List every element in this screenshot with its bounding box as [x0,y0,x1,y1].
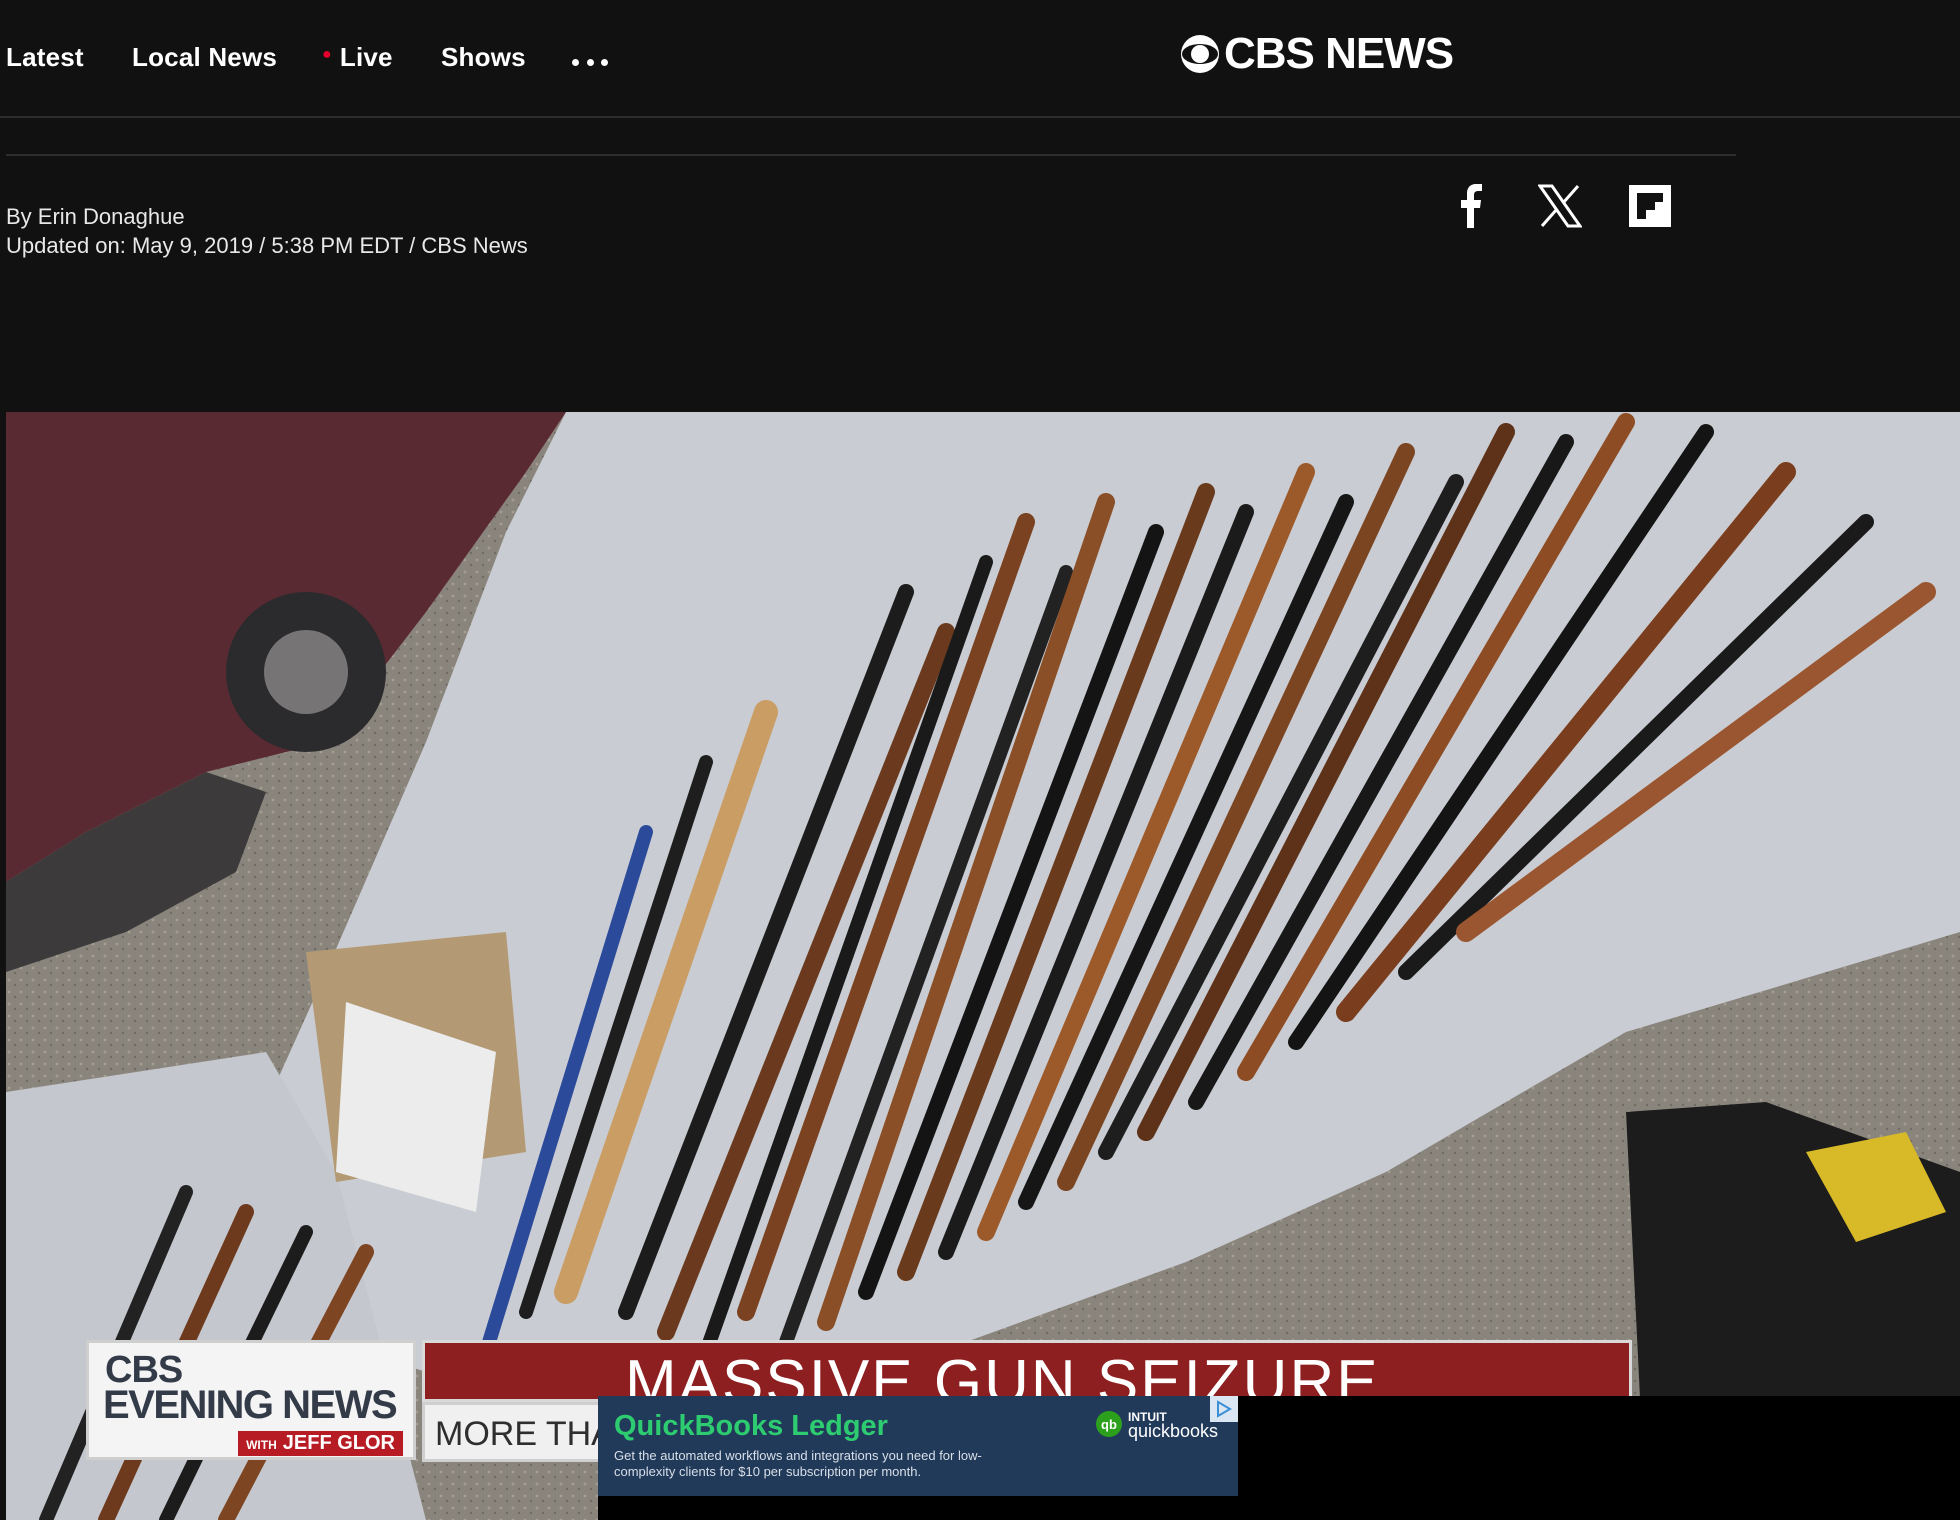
section-divider [6,154,1736,156]
show-logo-title: EVENING NEWS [103,1383,398,1427]
facebook-share-button[interactable] [1448,184,1492,228]
ad-brand-wordmark: INTUIT quickbooks [1128,1410,1219,1441]
ad-letterbox [1238,1396,1960,1520]
facebook-icon [1461,184,1482,228]
show-with-label: WITH [246,1438,277,1452]
video-headline-bar: MASSIVE GUN SEIZURE [422,1340,1632,1402]
show-anchor-tag: WITH JEFF GLOR [238,1431,403,1456]
x-share-button[interactable] [1538,184,1582,228]
flipboard-share-button[interactable] [1628,184,1672,228]
ad-letterbox-gap [598,1496,1238,1520]
quickbooks-ad-banner[interactable]: QuickBooks Ledger Get the automated work… [598,1396,1238,1496]
nav-item-live-label: Live [339,42,393,72]
article-updated-timestamp: Updated on: May 9, 2019 / 5:38 PM EDT / … [6,233,528,258]
nav-item-local-news[interactable]: Local News [132,42,277,73]
flipboard-icon [1629,185,1671,227]
video-player[interactable]: CBS EVENING NEWS WITH JEFF GLOR MASSIVE G… [6,412,1960,1520]
more-dots-icon[interactable] [572,57,608,67]
adchoices-triangle-icon [1217,1400,1232,1418]
article-byline: By Erin Donaghue [6,204,185,229]
video-subheadline-bar: MORE THA [422,1402,622,1462]
cbs-news-logo[interactable]: CBS NEWS [1180,29,1454,78]
ad-title: QuickBooks Ledger [614,1410,888,1442]
show-logo-panel: CBS EVENING NEWS WITH JEFF GLOR [86,1340,416,1460]
logo-wordmark: CBS NEWS [1224,29,1454,78]
nav-item-latest[interactable]: Latest [6,42,84,73]
x-icon [1538,184,1582,228]
ad-brand-name: quickbooks [1128,1421,1219,1441]
adchoices-icon[interactable] [1210,1396,1238,1422]
video-headline: MASSIVE GUN SEIZURE [625,1348,1380,1402]
nav-item-live[interactable]: ● Live [322,42,393,73]
video-subheadline: MORE THA [435,1415,614,1453]
show-anchor-name: JEFF GLOR [282,1432,395,1454]
quickbooks-logo-icon: qb [1096,1411,1122,1437]
live-indicator-dot: ● [322,46,332,63]
ad-body-text: Get the automated workflows and integrat… [614,1448,982,1479]
cbs-eye-icon [1181,35,1219,73]
ad-brand: qb INTUIT quickbooks [1096,1410,1219,1441]
nav-item-shows[interactable]: Shows [441,42,526,73]
top-navigation: Latest Local News ● Live Shows CBS NEWS [0,0,1960,118]
